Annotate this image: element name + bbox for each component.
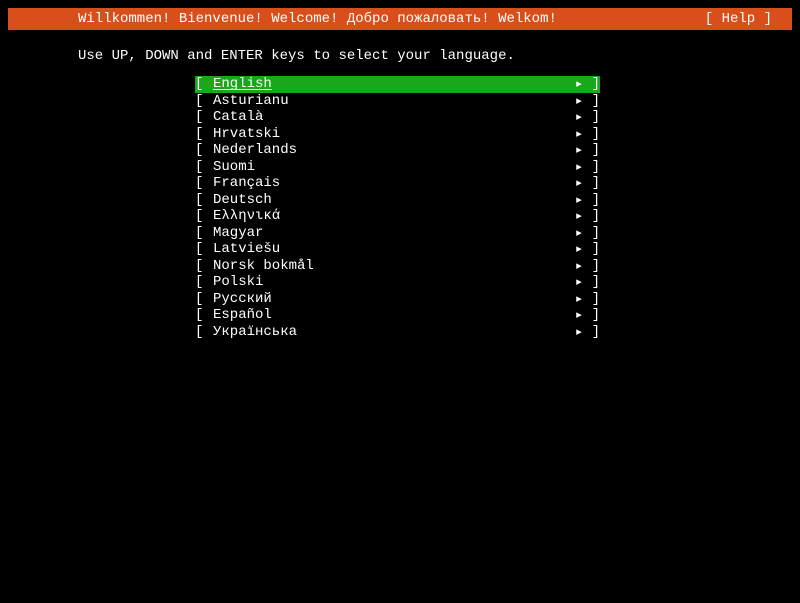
- language-label: Norsk bokmål: [213, 258, 572, 274]
- language-label: Hrvatski: [213, 126, 572, 142]
- bracket-open: [: [195, 192, 213, 208]
- language-list[interactable]: [ English▸ ][ Asturianu▸ ][ Català▸ ][ H…: [0, 76, 800, 340]
- language-item[interactable]: [ English▸ ]: [195, 76, 600, 93]
- submenu-arrow-icon: ▸: [572, 308, 586, 322]
- bracket-open: [: [195, 76, 213, 92]
- bracket-open: [: [195, 241, 213, 257]
- submenu-arrow-icon: ▸: [572, 242, 586, 256]
- bracket-open: [: [195, 142, 213, 158]
- bracket-open: [: [195, 291, 213, 307]
- submenu-arrow-icon: ▸: [572, 127, 586, 141]
- submenu-arrow-icon: ▸: [572, 143, 586, 157]
- submenu-arrow-icon: ▸: [572, 160, 586, 174]
- submenu-arrow-icon: ▸: [572, 94, 586, 108]
- bracket-close: ]: [586, 241, 600, 257]
- language-item[interactable]: [ Asturianu▸ ]: [195, 93, 600, 110]
- bracket-close: ]: [586, 291, 600, 307]
- bracket-open: [: [195, 208, 213, 224]
- bracket-close: ]: [586, 142, 600, 158]
- submenu-arrow-icon: ▸: [572, 325, 586, 339]
- bracket-close: ]: [586, 307, 600, 323]
- bracket-close: ]: [586, 192, 600, 208]
- language-label: Français: [213, 175, 572, 191]
- language-label: Русский: [213, 291, 572, 307]
- submenu-arrow-icon: ▸: [572, 226, 586, 240]
- bracket-open: [: [195, 159, 213, 175]
- bracket-open: [: [195, 175, 213, 191]
- bracket-close: ]: [586, 126, 600, 142]
- language-label: English: [213, 76, 572, 92]
- bracket-open: [: [195, 258, 213, 274]
- language-item[interactable]: [ Latviešu▸ ]: [195, 241, 600, 258]
- bracket-open: [: [195, 93, 213, 109]
- language-label: Asturianu: [213, 93, 572, 109]
- bracket-open: [: [195, 307, 213, 323]
- language-label: Latviešu: [213, 241, 572, 257]
- submenu-arrow-icon: ▸: [572, 209, 586, 223]
- header-bar: Willkommen! Bienvenue! Welcome! Добро по…: [8, 8, 792, 30]
- bracket-close: ]: [586, 93, 600, 109]
- submenu-arrow-icon: ▸: [572, 275, 586, 289]
- bracket-open: [: [195, 126, 213, 142]
- submenu-arrow-icon: ▸: [572, 77, 586, 91]
- language-item[interactable]: [ Français▸ ]: [195, 175, 600, 192]
- submenu-arrow-icon: ▸: [572, 193, 586, 207]
- bracket-close: ]: [586, 109, 600, 125]
- bracket-close: ]: [586, 76, 600, 92]
- submenu-arrow-icon: ▸: [572, 292, 586, 306]
- bracket-close: ]: [586, 208, 600, 224]
- bracket-close: ]: [586, 324, 600, 340]
- language-label: Català: [213, 109, 572, 125]
- bracket-open: [: [195, 324, 213, 340]
- language-label: Deutsch: [213, 192, 572, 208]
- bracket-close: ]: [586, 258, 600, 274]
- language-label: Magyar: [213, 225, 572, 241]
- help-button[interactable]: [ Help ]: [705, 11, 782, 27]
- language-item[interactable]: [ Hrvatski▸ ]: [195, 126, 600, 143]
- bracket-open: [: [195, 225, 213, 241]
- language-item[interactable]: [ Polski▸ ]: [195, 274, 600, 291]
- language-label: Ελληνικά: [213, 208, 572, 224]
- language-item[interactable]: [ Magyar▸ ]: [195, 225, 600, 242]
- submenu-arrow-icon: ▸: [572, 110, 586, 124]
- bracket-close: ]: [586, 159, 600, 175]
- instruction-text: Use UP, DOWN and ENTER keys to select yo…: [0, 30, 800, 76]
- language-item[interactable]: [ Norsk bokmål▸ ]: [195, 258, 600, 275]
- bracket-open: [: [195, 109, 213, 125]
- language-item[interactable]: [ Ελληνικά▸ ]: [195, 208, 600, 225]
- bracket-close: ]: [586, 175, 600, 191]
- language-item[interactable]: [ Українська▸ ]: [195, 324, 600, 341]
- language-label: Polski: [213, 274, 572, 290]
- header-title: Willkommen! Bienvenue! Welcome! Добро по…: [18, 11, 557, 27]
- language-item[interactable]: [ Deutsch▸ ]: [195, 192, 600, 209]
- language-item[interactable]: [ Suomi▸ ]: [195, 159, 600, 176]
- language-item[interactable]: [ Nederlands▸ ]: [195, 142, 600, 159]
- language-item[interactable]: [ Español▸ ]: [195, 307, 600, 324]
- language-label: Українська: [213, 324, 572, 340]
- bracket-open: [: [195, 274, 213, 290]
- language-item[interactable]: [ Català▸ ]: [195, 109, 600, 126]
- language-item[interactable]: [ Русский▸ ]: [195, 291, 600, 308]
- submenu-arrow-icon: ▸: [572, 259, 586, 273]
- submenu-arrow-icon: ▸: [572, 176, 586, 190]
- language-label: Nederlands: [213, 142, 572, 158]
- bracket-close: ]: [586, 225, 600, 241]
- language-label: Español: [213, 307, 572, 323]
- language-label: Suomi: [213, 159, 572, 175]
- bracket-close: ]: [586, 274, 600, 290]
